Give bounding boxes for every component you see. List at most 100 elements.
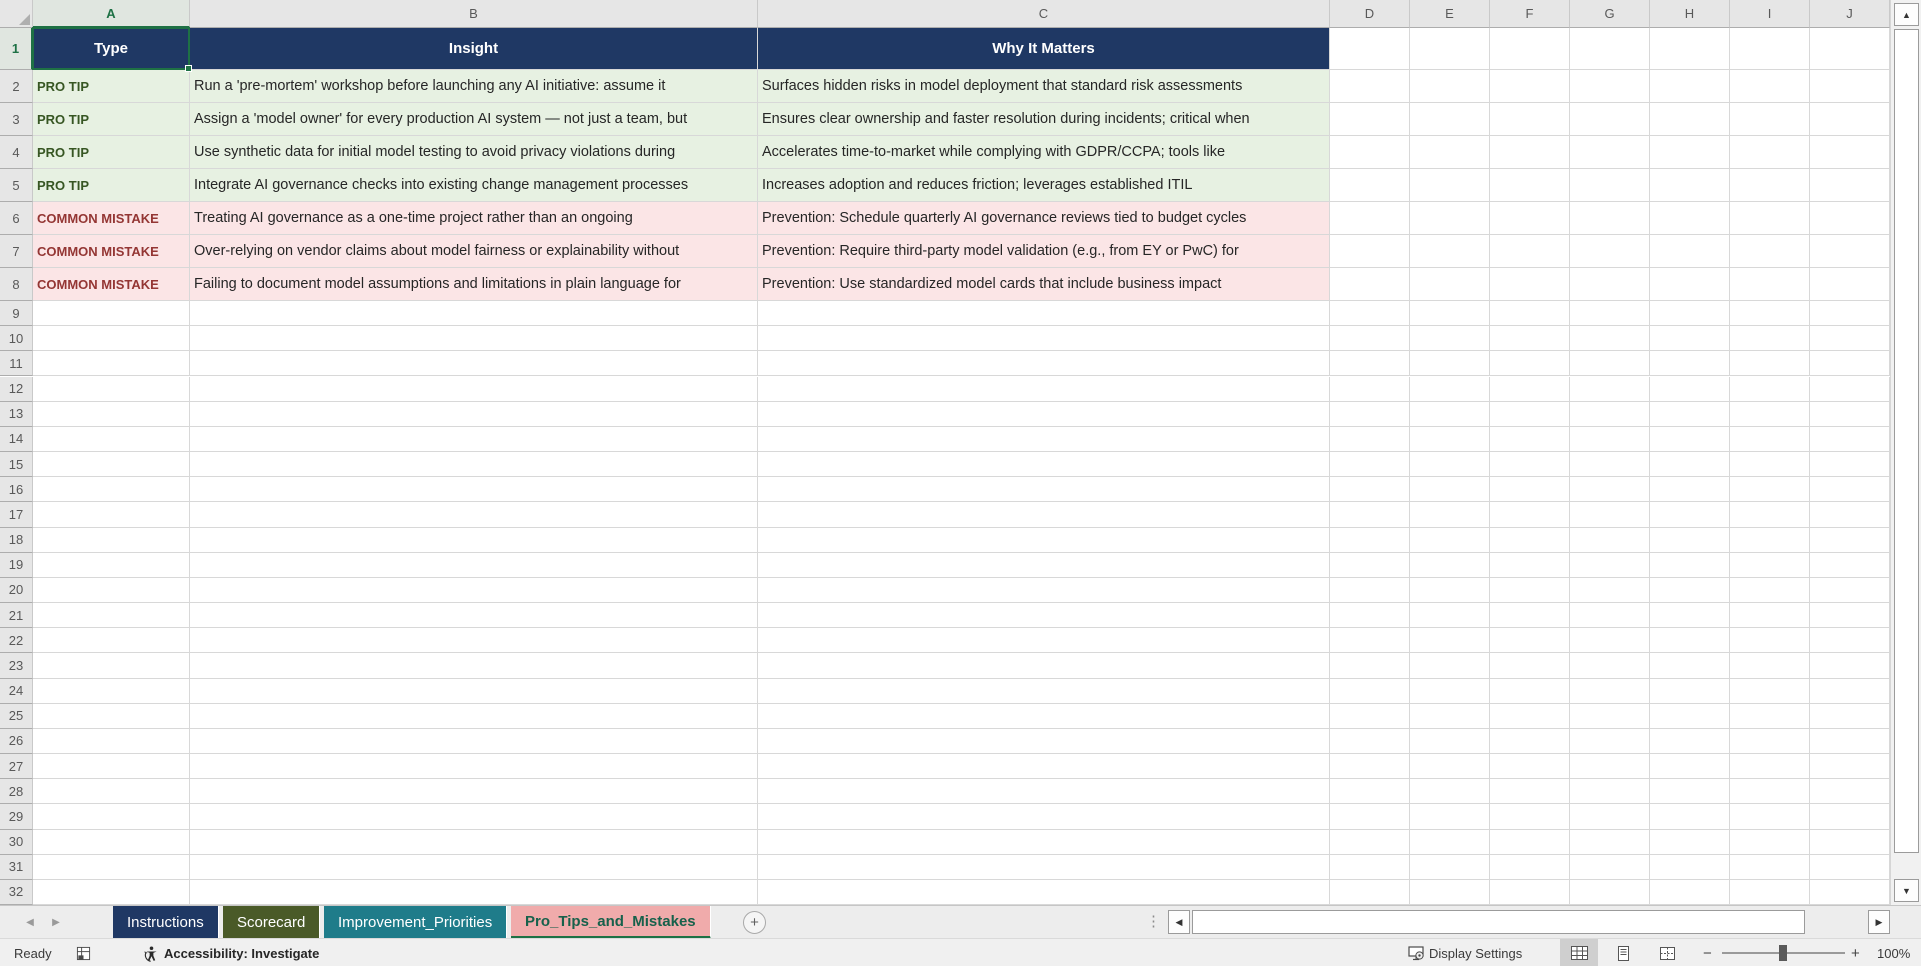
cell-J1[interactable] [1810, 28, 1890, 70]
cell-G12[interactable] [1570, 376, 1650, 402]
row-header-5[interactable]: 5 [0, 169, 33, 202]
cell-H5[interactable] [1650, 169, 1730, 202]
cell-H19[interactable] [1650, 552, 1730, 578]
cell-D17[interactable] [1330, 502, 1410, 528]
cell-D12[interactable] [1330, 376, 1410, 402]
cell-J3[interactable] [1810, 103, 1890, 136]
row-header-23[interactable]: 23 [0, 653, 33, 679]
cell-H9[interactable] [1650, 301, 1730, 327]
cell-E28[interactable] [1410, 779, 1490, 805]
cell-B32[interactable] [190, 879, 758, 906]
cell-D19[interactable] [1330, 552, 1410, 578]
cell-A5[interactable]: PRO TIP [33, 169, 190, 202]
cell-C20[interactable] [758, 577, 1330, 604]
cell-E12[interactable] [1410, 376, 1490, 402]
cell-J24[interactable] [1810, 678, 1890, 704]
cell-A6[interactable]: COMMON MISTAKE [33, 202, 190, 235]
cell-I17[interactable] [1730, 502, 1810, 528]
cell-I13[interactable] [1730, 401, 1810, 427]
cell-I30[interactable] [1730, 829, 1810, 855]
cell-I4[interactable] [1730, 136, 1810, 169]
cell-D4[interactable] [1330, 136, 1410, 169]
row-header-13[interactable]: 13 [0, 401, 33, 427]
cell-J25[interactable] [1810, 703, 1890, 729]
cell-F14[interactable] [1490, 426, 1570, 452]
cell-F22[interactable] [1490, 628, 1570, 654]
cell-F30[interactable] [1490, 829, 1570, 855]
row-header-12[interactable]: 12 [0, 376, 33, 402]
cell-E19[interactable] [1410, 552, 1490, 578]
cell-I23[interactable] [1730, 653, 1810, 679]
cell-I8[interactable] [1730, 268, 1810, 301]
cell-G14[interactable] [1570, 426, 1650, 452]
cell-C13[interactable] [758, 401, 1330, 427]
cell-C31[interactable] [758, 854, 1330, 880]
cell-G7[interactable] [1570, 235, 1650, 268]
cell-G16[interactable] [1570, 477, 1650, 503]
row-header-9[interactable]: 9 [0, 301, 33, 327]
view-normal-button[interactable] [1560, 939, 1598, 966]
cell-D23[interactable] [1330, 653, 1410, 679]
cell-G13[interactable] [1570, 401, 1650, 427]
cell-J27[interactable] [1810, 754, 1890, 780]
macro-recording-icon[interactable] [76, 939, 91, 966]
row-header-7[interactable]: 7 [0, 235, 33, 268]
cell-E15[interactable] [1410, 452, 1490, 478]
row-header-26[interactable]: 26 [0, 728, 33, 755]
cell-I29[interactable] [1730, 804, 1810, 830]
cell-D9[interactable] [1330, 301, 1410, 327]
cell-J4[interactable] [1810, 136, 1890, 169]
cell-D10[interactable] [1330, 326, 1410, 352]
cell-A23[interactable] [33, 653, 190, 679]
cell-A11[interactable] [33, 351, 190, 377]
cell-I9[interactable] [1730, 301, 1810, 327]
scroll-up-button[interactable]: ▲ [1894, 3, 1919, 26]
cell-G29[interactable] [1570, 804, 1650, 830]
cell-E5[interactable] [1410, 169, 1490, 202]
cell-D22[interactable] [1330, 628, 1410, 654]
cell-J26[interactable] [1810, 728, 1890, 755]
cell-A2[interactable]: PRO TIP [33, 70, 190, 103]
cell-F29[interactable] [1490, 804, 1570, 830]
cell-B24[interactable] [190, 678, 758, 704]
cell-G3[interactable] [1570, 103, 1650, 136]
zoom-slider-thumb[interactable] [1779, 945, 1787, 961]
column-header-F[interactable]: F [1490, 0, 1570, 28]
cell-I7[interactable] [1730, 235, 1810, 268]
row-header-22[interactable]: 22 [0, 628, 33, 654]
tab-scroll-right-icon[interactable]: ▶ [44, 906, 68, 939]
cell-A25[interactable] [33, 703, 190, 729]
cell-G5[interactable] [1570, 169, 1650, 202]
cell-I3[interactable] [1730, 103, 1810, 136]
cell-G18[interactable] [1570, 527, 1650, 553]
cell-C8[interactable]: Prevention: Use standardized model cards… [758, 268, 1330, 301]
row-header-21[interactable]: 21 [0, 603, 33, 629]
cell-H23[interactable] [1650, 653, 1730, 679]
cell-F21[interactable] [1490, 603, 1570, 629]
cell-J11[interactable] [1810, 351, 1890, 377]
cell-G15[interactable] [1570, 452, 1650, 478]
cell-A26[interactable] [33, 728, 190, 755]
cell-D2[interactable] [1330, 70, 1410, 103]
cell-H24[interactable] [1650, 678, 1730, 704]
cell-C14[interactable] [758, 426, 1330, 452]
cell-F32[interactable] [1490, 879, 1570, 906]
cell-I24[interactable] [1730, 678, 1810, 704]
cell-H20[interactable] [1650, 577, 1730, 604]
cell-G4[interactable] [1570, 136, 1650, 169]
cell-G8[interactable] [1570, 268, 1650, 301]
cell-F4[interactable] [1490, 136, 1570, 169]
cell-B20[interactable] [190, 577, 758, 604]
cell-H11[interactable] [1650, 351, 1730, 377]
cell-E10[interactable] [1410, 326, 1490, 352]
cell-C2[interactable]: Surfaces hidden risks in model deploymen… [758, 70, 1330, 103]
cell-F31[interactable] [1490, 854, 1570, 880]
cell-D15[interactable] [1330, 452, 1410, 478]
scroll-right-button[interactable]: ▶ [1868, 910, 1890, 934]
cell-D28[interactable] [1330, 779, 1410, 805]
row-header-14[interactable]: 14 [0, 426, 33, 452]
cell-C4[interactable]: Accelerates time-to-market while complyi… [758, 136, 1330, 169]
cell-C21[interactable] [758, 603, 1330, 629]
cell-A28[interactable] [33, 779, 190, 805]
cell-J16[interactable] [1810, 477, 1890, 503]
